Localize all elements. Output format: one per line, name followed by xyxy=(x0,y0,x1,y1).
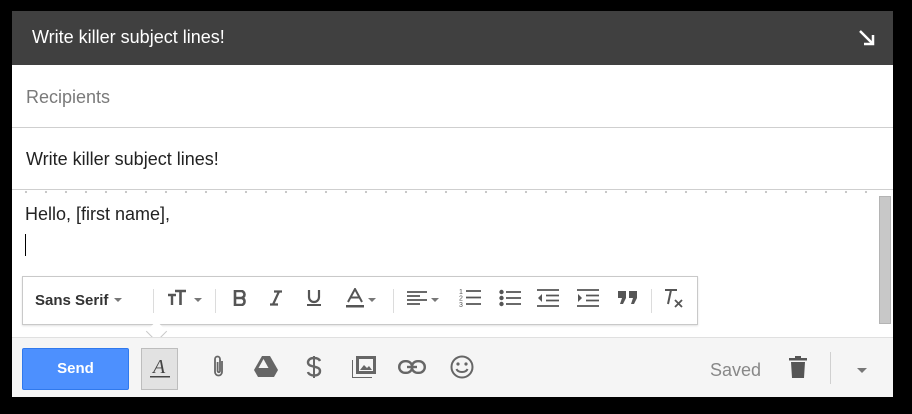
quote-button[interactable] xyxy=(613,285,643,315)
compose-title: Write killer subject lines! xyxy=(32,27,225,47)
text-size-icon xyxy=(167,289,191,312)
toolbar-divider xyxy=(651,289,652,313)
indent-more-icon xyxy=(577,288,599,312)
more-options-button[interactable] xyxy=(848,362,876,378)
insert-link-button[interactable] xyxy=(398,355,427,383)
bold-button[interactable] xyxy=(225,285,255,315)
insert-link-icon xyxy=(398,359,427,379)
google-drive-button[interactable] xyxy=(252,355,280,383)
google-drive-icon xyxy=(254,356,278,382)
attach-file-button[interactable] xyxy=(205,355,233,383)
remove-formatting-button[interactable] xyxy=(659,285,689,315)
chevron-down-icon xyxy=(431,298,439,302)
numbered-list-button[interactable]: 1 2 3 xyxy=(455,285,485,315)
bold-icon xyxy=(233,289,247,311)
formatting-options-button[interactable]: A xyxy=(141,348,178,390)
toolbar-divider xyxy=(393,289,394,313)
trash-icon xyxy=(789,355,807,383)
draft-status: Saved xyxy=(710,360,762,380)
bulleted-list-icon xyxy=(499,289,521,312)
subject-value: Write killer subject lines! xyxy=(26,149,219,169)
more-options-icon xyxy=(857,367,867,373)
compose-window: Write killer subject lines! Recipients W… xyxy=(12,11,893,397)
formatting-toolbar: Sans Serif 1 2 3 xyxy=(22,276,698,343)
text-cursor xyxy=(25,234,26,256)
body-dot-divider xyxy=(12,190,876,194)
compose-title-bar[interactable]: Write killer subject lines! xyxy=(12,11,893,65)
font-family-label: Sans Serif xyxy=(35,291,109,309)
italic-button[interactable] xyxy=(261,285,291,315)
indent-more-button[interactable] xyxy=(573,285,603,315)
numbered-list-icon: 1 2 3 xyxy=(459,288,481,313)
chevron-down-icon xyxy=(368,298,376,302)
send-money-button[interactable] xyxy=(300,355,328,383)
toolbar-divider xyxy=(153,289,154,313)
align-button[interactable] xyxy=(401,285,445,315)
bulleted-list-button[interactable] xyxy=(495,285,525,315)
send-money-icon xyxy=(306,355,322,384)
subject-field[interactable]: Write killer subject lines! xyxy=(12,128,893,190)
attach-file-icon xyxy=(212,355,226,384)
chevron-down-icon xyxy=(193,298,202,302)
recipients-field[interactable]: Recipients xyxy=(12,65,893,128)
indent-less-button[interactable] xyxy=(533,285,563,315)
remove-formatting-icon xyxy=(663,288,685,313)
insert-photo-icon xyxy=(351,355,376,383)
expand-arrow-icon[interactable] xyxy=(857,28,877,48)
text-color-button[interactable] xyxy=(339,285,383,315)
recipients-placeholder: Recipients xyxy=(26,87,111,107)
underline-button[interactable] xyxy=(299,285,329,315)
toolbar-divider xyxy=(215,289,216,313)
send-button[interactable]: Send xyxy=(22,348,129,390)
body-scrollbar[interactable] xyxy=(879,196,891,324)
font-family-select[interactable]: Sans Serif xyxy=(35,285,151,315)
body-text: Hello, [first name], xyxy=(25,204,171,224)
chevron-down-icon xyxy=(114,298,123,302)
text-size-button[interactable] xyxy=(163,285,205,315)
indent-less-icon xyxy=(537,288,559,312)
svg-text:A: A xyxy=(151,356,166,378)
underline-icon xyxy=(306,289,322,312)
compose-bottom-bar: Send A Saved xyxy=(12,337,893,397)
italic-icon xyxy=(269,289,283,311)
quote-icon xyxy=(618,290,638,310)
insert-emoji-icon xyxy=(450,355,474,384)
formatting-options-icon: A xyxy=(149,355,171,384)
discard-draft-button[interactable] xyxy=(784,355,812,383)
insert-emoji-button[interactable] xyxy=(448,355,476,383)
bottom-bar-divider xyxy=(830,352,831,384)
align-icon xyxy=(407,290,427,311)
insert-photo-button[interactable] xyxy=(350,355,378,383)
svg-text:3: 3 xyxy=(459,302,463,308)
text-color-icon xyxy=(346,286,364,313)
